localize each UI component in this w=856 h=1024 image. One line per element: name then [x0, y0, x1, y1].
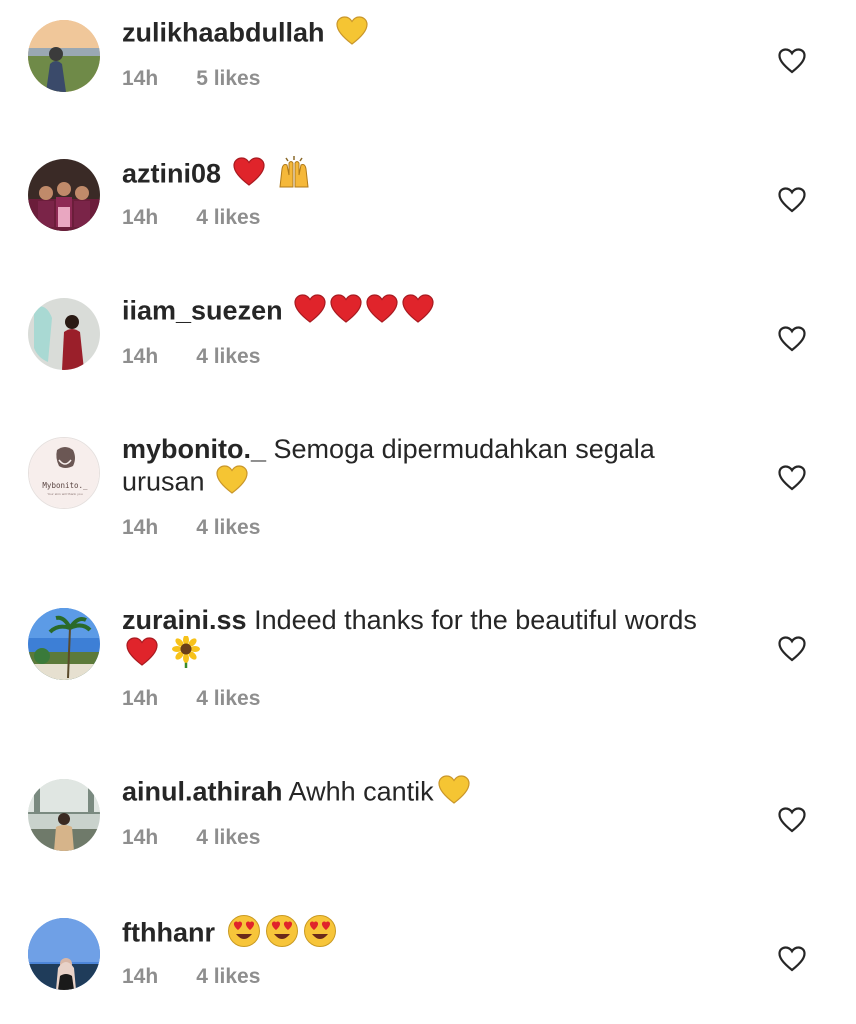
- avatar[interactable]: Mybonito._ Your skin will thank you: [28, 437, 100, 509]
- comment-likes[interactable]: 4 likes: [196, 687, 260, 710]
- heart-eyes-face-icon: [303, 914, 337, 955]
- comment-text: zuraini.ss Indeed thanks for the beautif…: [122, 604, 702, 675]
- avatar[interactable]: [28, 20, 100, 92]
- avatar[interactable]: [28, 608, 100, 680]
- like-heart-icon[interactable]: [778, 946, 806, 972]
- comment-time: 14h: [122, 516, 159, 539]
- like-heart-icon[interactable]: [778, 465, 806, 491]
- comment-meta: 14h 4 likes: [122, 206, 260, 230]
- comment-time: 14h: [122, 345, 159, 368]
- like-heart-icon[interactable]: [778, 326, 806, 352]
- avatar[interactable]: [28, 159, 100, 231]
- yellow-heart-icon: [336, 16, 368, 53]
- comment-text: iiam_suezen: [122, 294, 702, 331]
- comment-username[interactable]: mybonito._: [122, 434, 266, 464]
- comment-meta: 14h 4 likes: [122, 965, 260, 989]
- avatar-photo: [28, 20, 100, 92]
- yellow-heart-icon: [216, 465, 248, 502]
- comment-likes[interactable]: 4 likes: [196, 516, 260, 539]
- comment-meta: 14h 4 likes: [122, 826, 260, 850]
- avatar-photo: [28, 608, 100, 680]
- sunflower-icon: [170, 635, 202, 675]
- comment-text: ainul.athirah Awhh cantik: [122, 775, 702, 812]
- comment-likes[interactable]: 4 likes: [196, 206, 260, 229]
- avatar-photo: [28, 918, 100, 990]
- comment-username[interactable]: ainul.athirah: [122, 777, 283, 807]
- red-heart-icon: [126, 637, 158, 674]
- comment-time: 14h: [122, 965, 159, 988]
- red-heart-icon: [294, 294, 326, 331]
- comment-time: 14h: [122, 206, 159, 229]
- svg-text:Your skin will thank you: Your skin will thank you: [47, 492, 82, 496]
- comment-body: Indeed thanks for the beautiful words: [254, 605, 697, 635]
- comment-time: 14h: [122, 67, 159, 90]
- like-heart-icon[interactable]: [778, 187, 806, 213]
- comment-username[interactable]: aztini08: [122, 159, 221, 189]
- red-heart-icon: [330, 294, 362, 331]
- like-heart-icon[interactable]: [778, 636, 806, 662]
- comment-username[interactable]: iiam_suezen: [122, 296, 283, 326]
- avatar-photo: [28, 779, 100, 851]
- comment-likes[interactable]: 4 likes: [196, 965, 260, 988]
- like-heart-icon[interactable]: [778, 48, 806, 74]
- comment-time: 14h: [122, 826, 159, 849]
- avatar[interactable]: [28, 779, 100, 851]
- comment-meta: 14h 4 likes: [122, 687, 260, 711]
- yellow-heart-icon: [438, 775, 470, 812]
- heart-eyes-face-icon: [265, 914, 299, 955]
- comment-username[interactable]: zuraini.ss: [122, 605, 247, 635]
- comment-meta: 14h 4 likes: [122, 345, 260, 369]
- comment-text: aztini08: [122, 155, 702, 196]
- avatar-photo: [28, 159, 100, 231]
- avatar[interactable]: [28, 918, 100, 990]
- comment-meta: 14h 4 likes: [122, 516, 260, 540]
- heart-eyes-face-icon: [227, 914, 261, 955]
- comment-likes[interactable]: 4 likes: [196, 826, 260, 849]
- comment-meta: 14h 5 likes: [122, 67, 260, 91]
- red-heart-icon: [366, 294, 398, 331]
- avatar-photo: [28, 298, 100, 370]
- red-heart-icon: [402, 294, 434, 331]
- like-heart-icon[interactable]: [778, 807, 806, 833]
- comment-likes[interactable]: 4 likes: [196, 345, 260, 368]
- comment-text: zulikhaabdullah: [122, 16, 702, 53]
- comment-text: mybonito._ Semoga dipermudahkan segala u…: [122, 433, 702, 502]
- avatar-logo: Mybonito._ Your skin will thank you: [29, 438, 99, 508]
- comment-username[interactable]: zulikhaabdullah: [122, 18, 325, 48]
- comment-text: fthhanr: [122, 914, 702, 955]
- svg-text:Mybonito._: Mybonito._: [42, 481, 88, 490]
- comment-likes[interactable]: 5 likes: [196, 67, 260, 90]
- raising-hands-icon: [276, 155, 312, 196]
- red-heart-icon: [232, 157, 265, 194]
- comment-body: Awhh cantik: [288, 776, 434, 807]
- avatar[interactable]: [28, 298, 100, 370]
- comment-username[interactable]: fthhanr: [122, 918, 215, 948]
- comment-time: 14h: [122, 687, 159, 710]
